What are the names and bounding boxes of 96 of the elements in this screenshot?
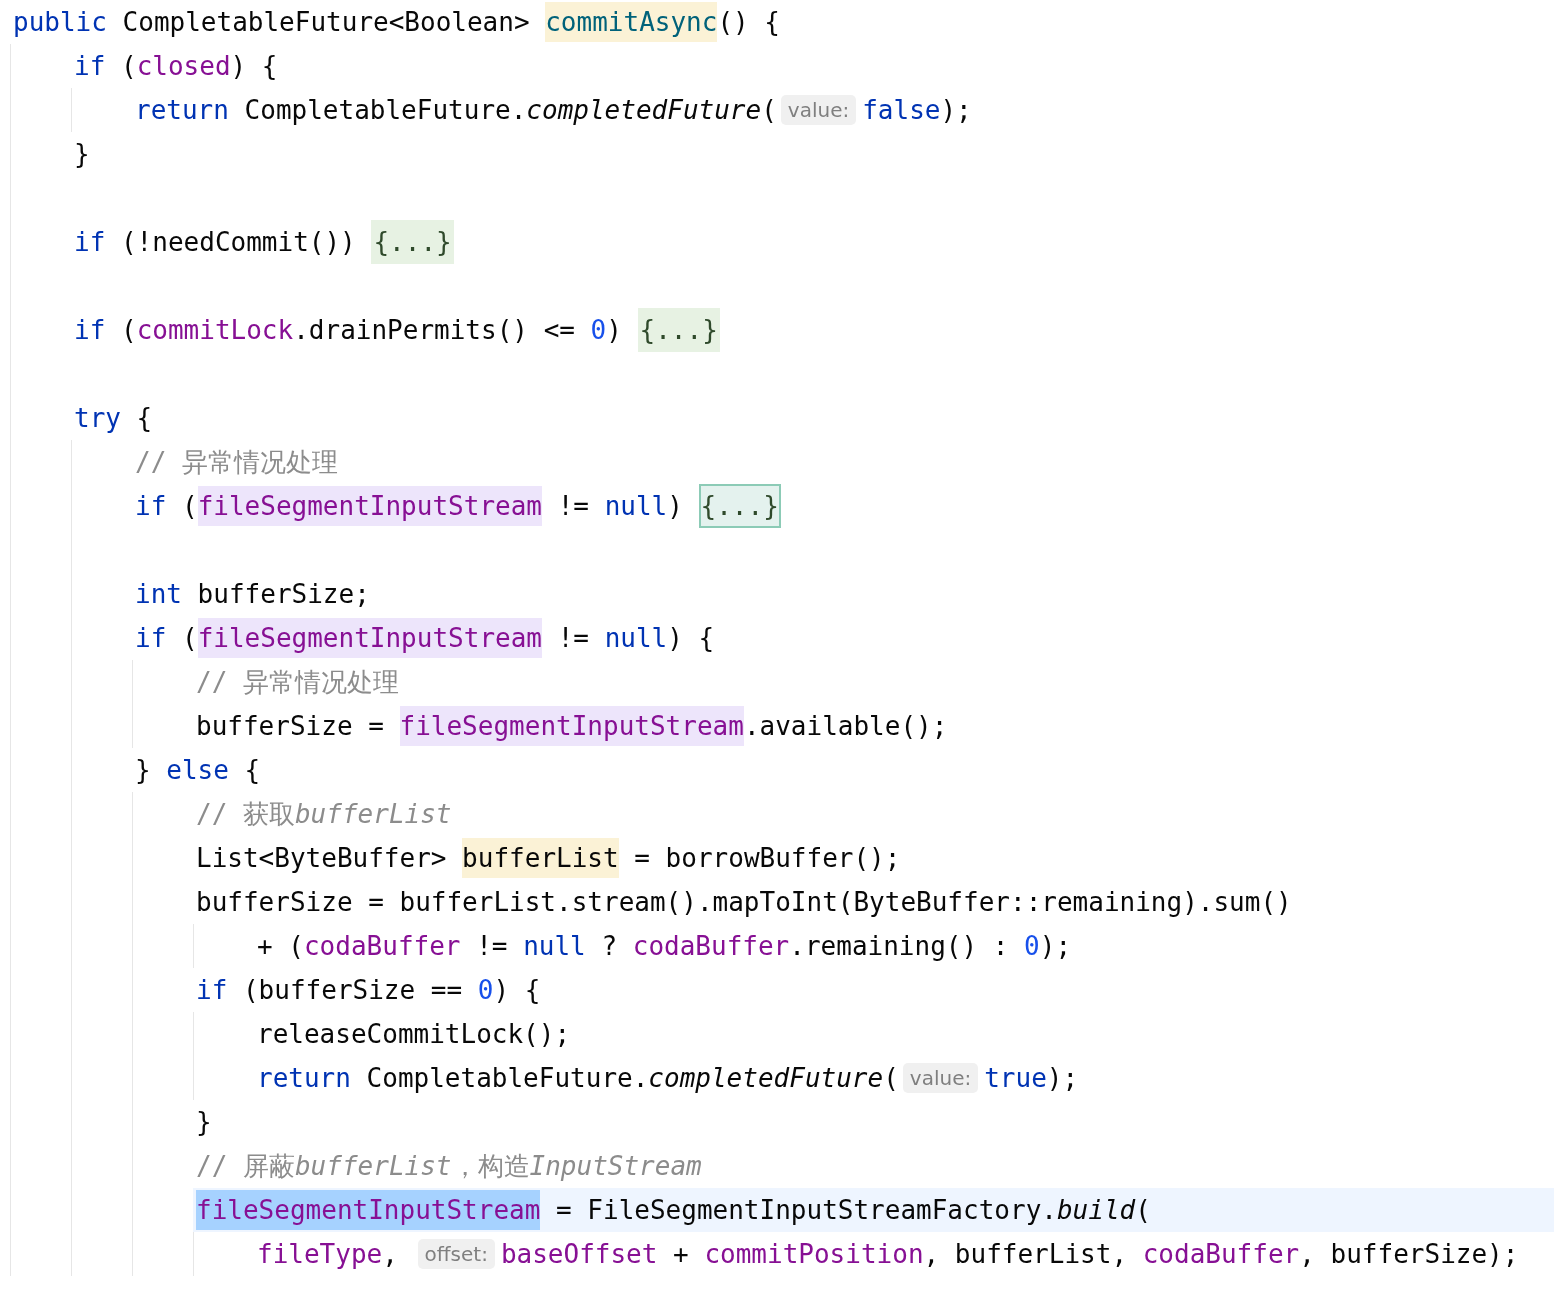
code-text: ) {: [230, 50, 278, 83]
code-text: bufferSize;: [196, 578, 370, 611]
code-text: , bufferSize);: [1299, 1238, 1519, 1271]
method-name: completedFuture: [648, 1062, 884, 1095]
code-text: = FileSegmentInputStreamFactory.: [555, 1194, 1057, 1227]
code-text: + (: [257, 930, 304, 963]
keyword: null: [604, 490, 668, 523]
field-name: commitLock: [136, 314, 294, 347]
parameter-hint: value:: [780, 95, 857, 125]
code-text: );: [940, 94, 972, 127]
code-text: CompletableFuture<Boolean>: [121, 6, 531, 39]
keyword: if: [74, 226, 106, 259]
code-text: }: [74, 138, 90, 171]
keyword: if: [196, 974, 228, 1007]
code-comment: InputStream: [529, 1150, 702, 1183]
keyword: return: [257, 1062, 351, 1095]
code-comment: // 异常情况处理: [135, 446, 338, 479]
number-literal: 0: [590, 314, 607, 347]
keyword: null: [604, 622, 668, 655]
method-name: completedFuture: [526, 94, 762, 127]
method-name: build: [1056, 1194, 1136, 1227]
code-text: ): [606, 314, 623, 347]
code-text: List<ByteBuffer>: [196, 842, 448, 875]
keyword: if: [74, 314, 106, 347]
code-text: ) {: [493, 974, 541, 1007]
code-text: (: [119, 50, 137, 83]
number-literal: 0: [1024, 930, 1040, 963]
folded-code-block[interactable]: {...}: [698, 484, 781, 528]
code-text: {: [135, 402, 153, 435]
code-comment: ，构造: [451, 1150, 530, 1183]
field-name: fileSegmentInputStream: [197, 618, 542, 658]
code-text: (: [180, 622, 198, 655]
code-comment: // 异常情况处理: [196, 666, 399, 699]
keyword: try: [74, 402, 121, 435]
keyword: true: [984, 1062, 1047, 1095]
field-name: codaBuffer: [632, 930, 790, 963]
code-comment: // 获取: [196, 798, 295, 831]
field-name: codaBuffer: [1142, 1238, 1300, 1271]
code-text: bufferSize = bufferList.stream().mapToInt(ByteBuffer::remaining).sum(): [196, 886, 1292, 919]
code-text: !=: [556, 622, 590, 655]
field-name: baseOffset: [500, 1238, 658, 1271]
code-text: , bufferList,: [923, 1238, 1129, 1271]
code-text: CompletableFuture.: [243, 94, 527, 127]
parameter-hint: value:: [902, 1063, 979, 1093]
field-name: codaBuffer: [303, 930, 461, 963]
field-name: fileSegmentInputStream: [196, 1190, 541, 1230]
folded-code-block[interactable]: {...}: [637, 308, 720, 352]
code-text: );: [1039, 930, 1072, 963]
code-text: .remaining() :: [789, 930, 1010, 963]
code-text: (: [119, 314, 137, 347]
code-text: (: [1135, 1194, 1151, 1227]
code-text: {: [243, 754, 261, 787]
code-text: ): [667, 490, 684, 523]
method-name: commitAsync: [545, 2, 718, 42]
field-name: closed: [136, 50, 231, 83]
code-text: +: [672, 1238, 690, 1271]
field-name: fileSegmentInputStream: [399, 706, 744, 746]
code-text: .drainPermits() <=: [293, 314, 576, 347]
code-text: (: [883, 1062, 899, 1095]
field-name: commitPosition: [704, 1238, 924, 1271]
code-text: !=: [556, 490, 590, 523]
code-comment: // 屏蔽: [196, 1150, 295, 1183]
code-text: }: [196, 1106, 212, 1139]
number-literal: 0: [477, 974, 494, 1007]
code-text: );: [1046, 1062, 1079, 1095]
field-name: fileSegmentInputStream: [197, 486, 542, 526]
field-name: fileType: [257, 1238, 383, 1271]
keyword: int: [135, 578, 182, 611]
code-text: ?: [600, 930, 619, 963]
code-comment: bufferList: [294, 1150, 452, 1183]
code-text: !=: [475, 930, 509, 963]
code-comment: bufferList: [294, 798, 452, 831]
code-text: bufferList: [462, 838, 619, 878]
code-text: () {: [717, 6, 781, 39]
code-text: CompletableFuture.: [365, 1062, 649, 1095]
parameter-hint: offset:: [417, 1239, 495, 1269]
code-text: (!needCommit()): [119, 226, 357, 259]
code-text: .available();: [743, 710, 948, 743]
keyword: if: [135, 490, 167, 523]
code-text: bufferSize =: [196, 710, 385, 743]
folded-code-block[interactable]: {...}: [371, 220, 454, 264]
code-text: ) {: [667, 622, 715, 655]
code-text: (bufferSize ==: [241, 974, 464, 1007]
code-text: (: [761, 94, 777, 127]
code-text: ,: [382, 1238, 399, 1271]
code-text: releaseCommitLock();: [257, 1018, 571, 1051]
code-text: = borrowBuffer();: [633, 842, 901, 875]
code-text: }: [135, 754, 152, 787]
keyword: if: [135, 622, 167, 655]
keyword: public: [13, 6, 107, 39]
keyword: null: [523, 930, 586, 963]
keyword: else: [166, 754, 229, 787]
keyword: return: [135, 94, 229, 127]
keyword: false: [862, 94, 941, 127]
code-text: (: [180, 490, 198, 523]
keyword: if: [74, 50, 106, 83]
